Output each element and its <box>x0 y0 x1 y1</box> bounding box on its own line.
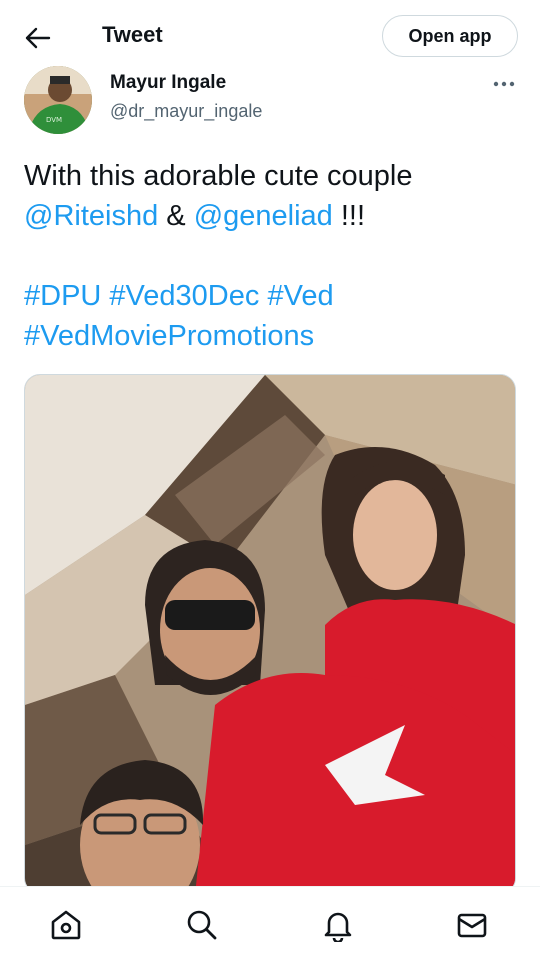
messages-mail-icon <box>457 913 487 938</box>
more-options-button[interactable] <box>488 70 520 98</box>
page-title: Tweet <box>102 22 163 47</box>
nav-home[interactable] <box>46 905 86 945</box>
hashtag-dpu[interactable]: #DPU <box>24 280 101 312</box>
hashtag-vedmoviepromotions[interactable]: #VedMoviePromotions <box>24 320 314 352</box>
arrow-left-icon <box>25 27 51 49</box>
more-horizontal-icon <box>493 81 515 87</box>
author-avatar[interactable]: DVM <box>24 66 92 134</box>
svg-text:DVM: DVM <box>46 116 62 124</box>
hashtags-line: #DPU #Ved30Dec #Ved <box>24 276 520 316</box>
tweet-text: With this adorable cute couple @Riteishd… <box>24 156 520 356</box>
nav-notifications[interactable] <box>318 905 358 945</box>
search-icon <box>187 910 217 940</box>
bottom-navigation <box>0 886 540 961</box>
author-handle[interactable]: @dr_mayur_ingale <box>110 101 262 122</box>
hashtag-ved30dec[interactable]: #Ved30Dec <box>109 280 259 312</box>
selfie-photo <box>25 375 515 893</box>
mention-geneliad[interactable]: @geneliad <box>194 200 333 232</box>
nav-messages[interactable] <box>452 905 492 945</box>
tweet-mentions-line: @Riteishd & @geneliad !!! <box>24 196 520 236</box>
mention-riteishd[interactable]: @Riteishd <box>24 200 158 232</box>
home-icon <box>51 910 81 940</box>
hashtag-ved[interactable]: #Ved <box>267 280 333 312</box>
open-app-button[interactable]: Open app <box>382 15 518 57</box>
exclamation-text: !!! <box>340 200 366 232</box>
and-text: & <box>166 200 194 232</box>
tweet-text-line: With this adorable cute couple <box>24 160 413 192</box>
back-button[interactable] <box>18 20 58 56</box>
hashtags-line-2: #VedMoviePromotions <box>24 316 520 356</box>
tweet-photo[interactable] <box>24 374 516 894</box>
author-name[interactable]: Mayur Ingale <box>110 72 226 94</box>
top-bar: Tweet Open app <box>0 0 540 72</box>
notifications-bell-icon <box>324 912 352 942</box>
nav-search[interactable] <box>182 905 222 945</box>
avatar-photo: DVM <box>24 66 92 134</box>
